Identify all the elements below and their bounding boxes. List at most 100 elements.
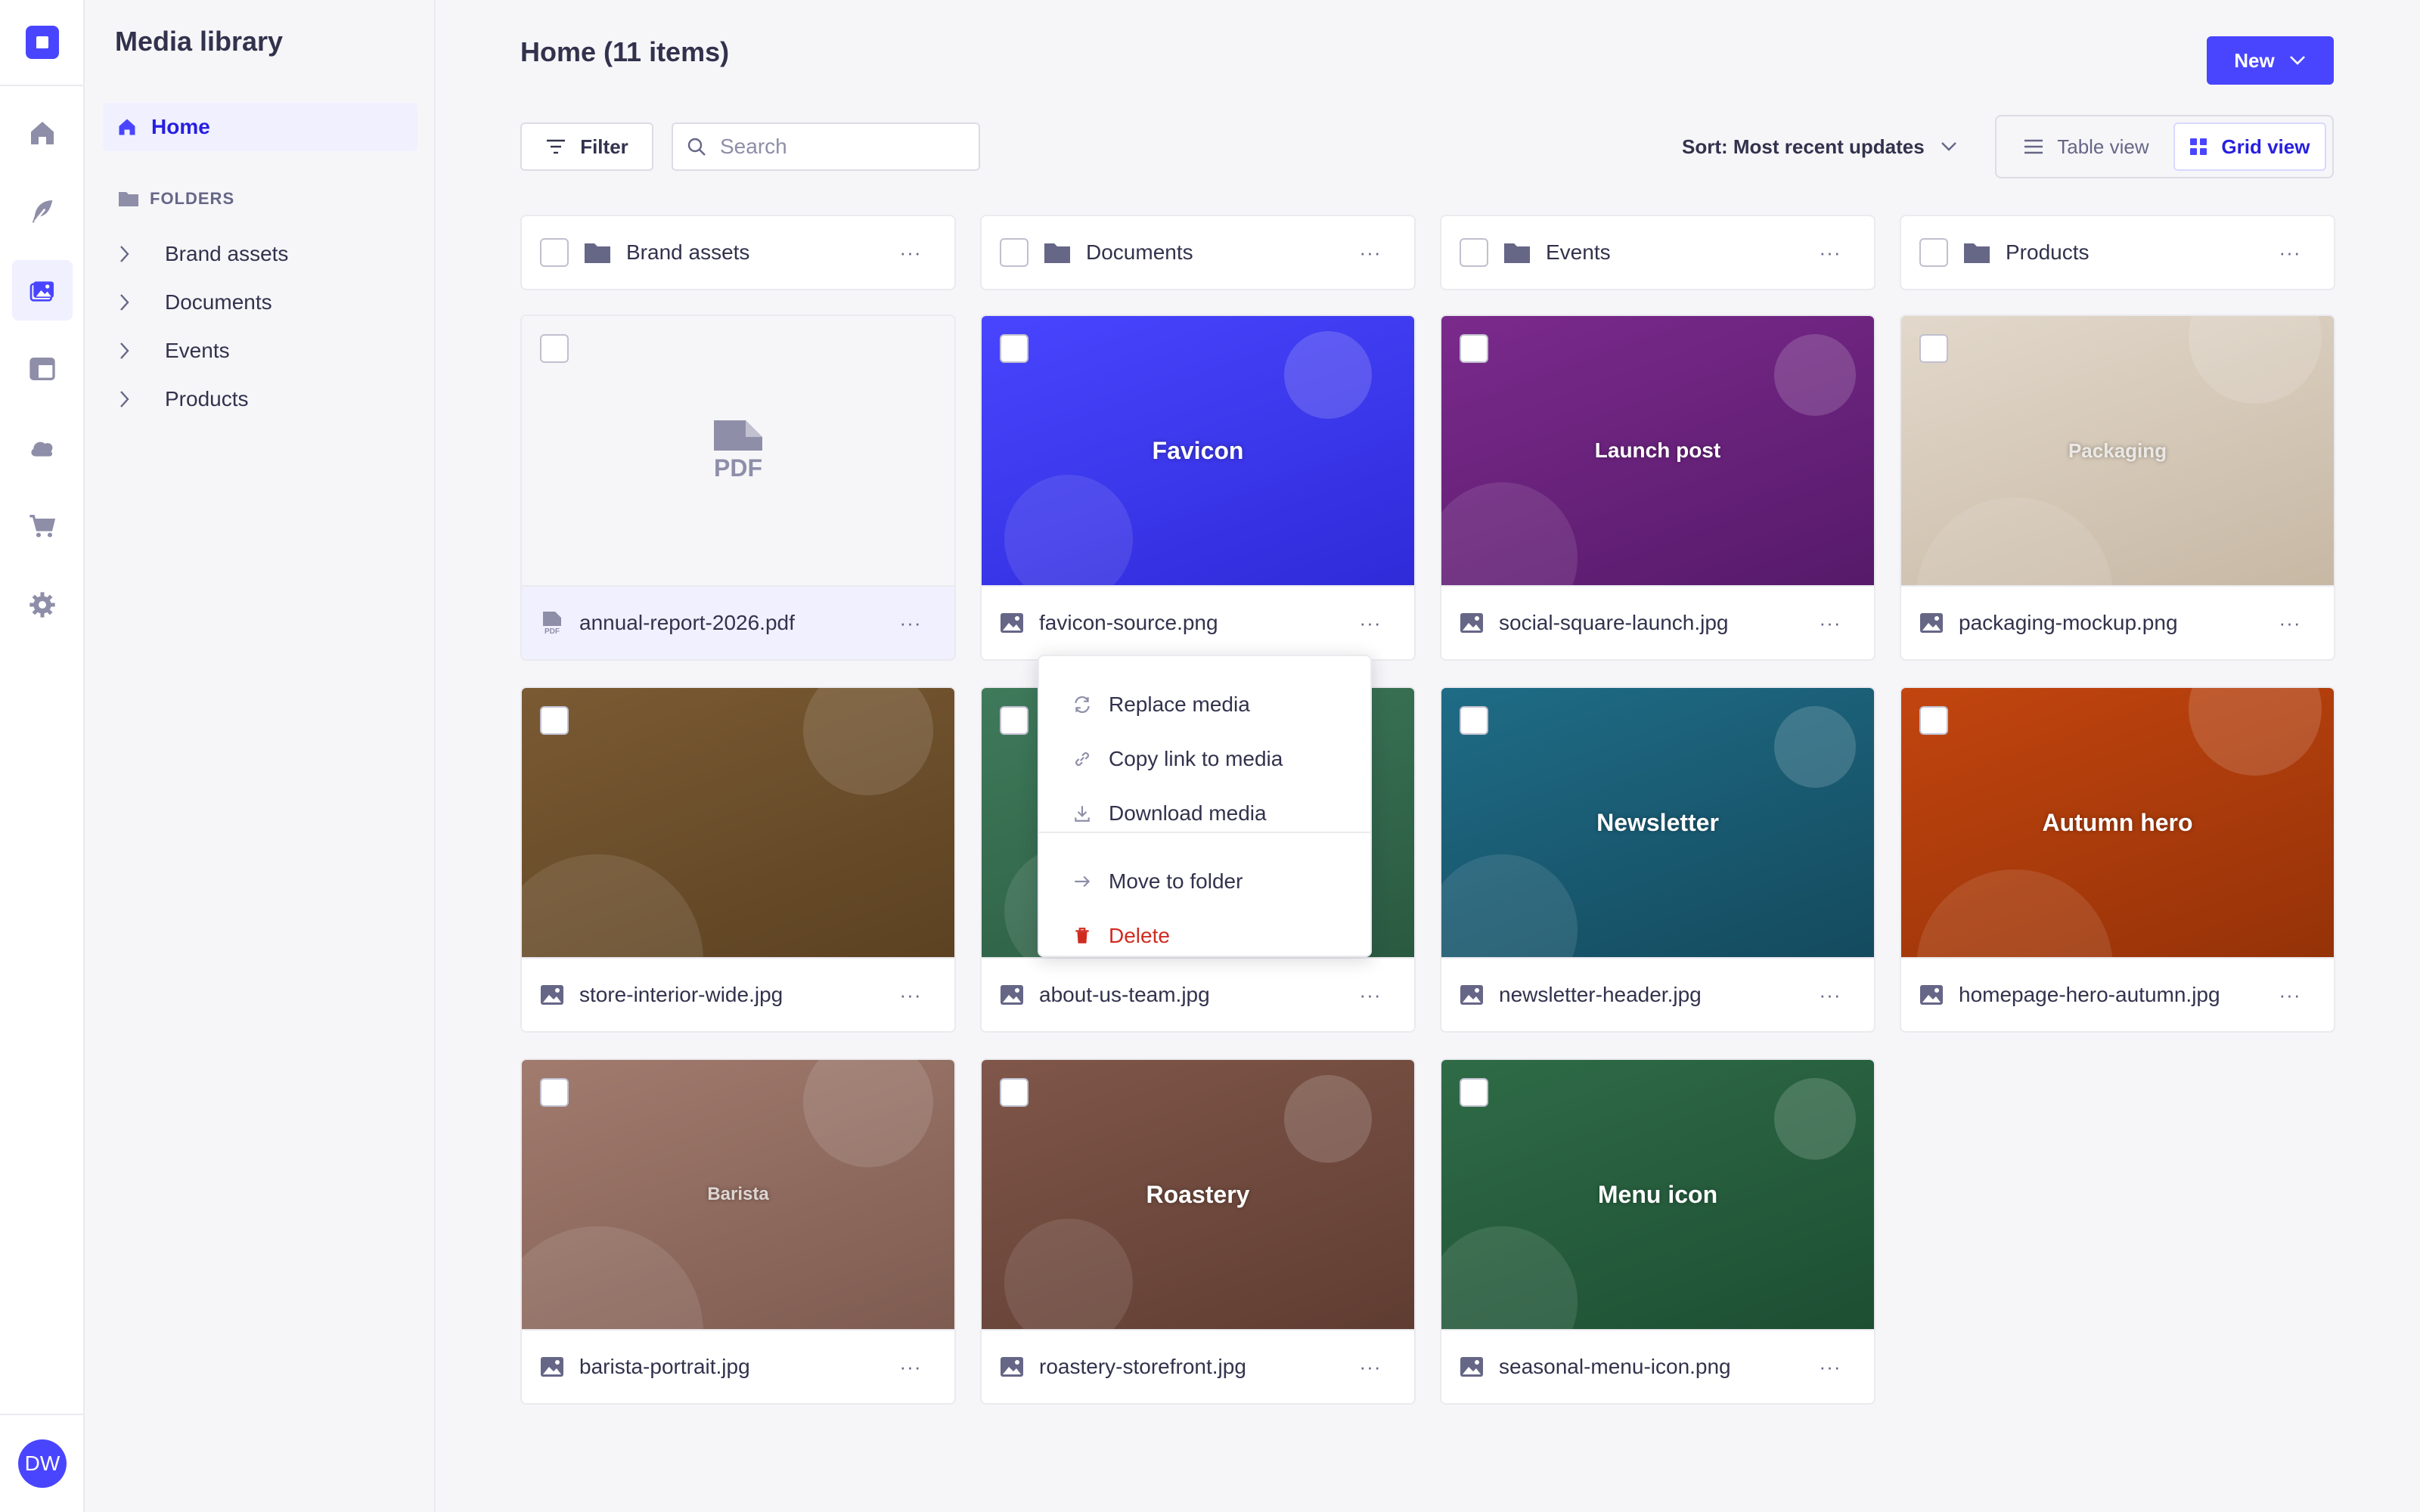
more-options-button[interactable]: ···	[1812, 237, 1848, 268]
menu-item-copy-link[interactable]: Copy link to media	[1072, 744, 1283, 774]
image-preview[interactable]: Packaging	[1901, 316, 2334, 585]
nav-content-types[interactable]	[12, 339, 73, 399]
grid-view-button[interactable]: Grid view	[2173, 122, 2326, 171]
filter-icon	[547, 139, 566, 154]
subnav-item-home[interactable]: Home	[103, 103, 417, 151]
more-options-button[interactable]: ···	[1352, 1352, 1388, 1382]
more-options-button[interactable]: ···	[892, 980, 929, 1010]
search-icon	[687, 138, 706, 156]
asset-checkbox[interactable]	[1460, 334, 1488, 363]
more-options-button[interactable]: ···	[892, 1352, 929, 1382]
asset-checkbox[interactable]	[1000, 1078, 1028, 1107]
more-options-button[interactable]: ···	[1812, 980, 1848, 1010]
app-logo[interactable]	[26, 26, 59, 59]
asset-file-name: about-us-team.jpg	[1039, 983, 1210, 1006]
more-options-button[interactable]: ···	[1352, 980, 1388, 1010]
image-preview[interactable]: Roastery	[982, 1060, 1414, 1329]
asset-checkbox[interactable]	[1460, 1078, 1488, 1107]
folder-card[interactable]: Brand assets ···	[520, 215, 956, 290]
chevron-right-icon[interactable]	[118, 389, 132, 410]
nav-home[interactable]	[12, 103, 73, 163]
asset-checkbox[interactable]	[1460, 706, 1488, 735]
chevron-right-icon[interactable]	[118, 340, 132, 361]
asset-card[interactable]: Roastery roastery-storefront.jpg ···	[980, 1058, 1416, 1405]
image-preview[interactable]: Launch post	[1441, 316, 1874, 585]
asset-checkbox[interactable]	[1000, 706, 1028, 735]
menu-item-replace-media[interactable]: Replace media	[1072, 689, 1250, 720]
folder-card[interactable]: Products ···	[1900, 215, 2335, 290]
more-options-button[interactable]: ···	[1812, 1352, 1848, 1382]
folder-checkbox[interactable]	[1460, 238, 1488, 267]
menu-item-download-media[interactable]: Download media	[1072, 798, 1267, 829]
asset-card[interactable]: Newsletter newsletter-header.jpg ···	[1440, 686, 1876, 1033]
asset-checkbox[interactable]	[1919, 706, 1948, 735]
menu-item-move-to-folder[interactable]: Move to folder	[1072, 866, 1243, 897]
preview-caption: Autumn hero	[2042, 808, 2193, 836]
chevron-down-icon	[2289, 56, 2305, 65]
gear-icon	[29, 592, 55, 618]
filter-button[interactable]: Filter	[520, 122, 653, 171]
more-options-button[interactable]: ···	[2272, 608, 2308, 638]
asset-checkbox[interactable]	[540, 1078, 569, 1107]
nav-marketplace[interactable]	[12, 496, 73, 556]
nav-settings[interactable]	[12, 575, 73, 635]
more-options-button[interactable]: ···	[892, 608, 929, 638]
asset-card[interactable]: Menu icon seasonal-menu-icon.png ···	[1440, 1058, 1876, 1405]
new-button[interactable]: New	[2207, 36, 2334, 85]
replace-icon	[1075, 696, 1090, 714]
search-field[interactable]	[672, 122, 980, 171]
folder-checkbox[interactable]	[540, 238, 569, 267]
chevron-right-icon[interactable]	[118, 292, 132, 313]
folder-card[interactable]: Documents ···	[980, 215, 1416, 290]
image-preview[interactable]	[522, 688, 954, 957]
more-options-button[interactable]: ···	[1352, 608, 1388, 638]
nav-media-library[interactable]	[12, 260, 73, 321]
folder-card-name: Documents	[1086, 240, 1193, 264]
search-input[interactable]	[720, 135, 962, 159]
image-icon	[541, 1357, 563, 1377]
folder-icon	[1504, 243, 1530, 263]
asset-card[interactable]: Favicon favicon-source.png ···	[980, 314, 1416, 661]
folder-tree-item-brand-assets[interactable]: Brand assets	[118, 237, 288, 271]
folder-card-name: Products	[2006, 240, 2090, 264]
folder-tree-item-events[interactable]: Events	[118, 334, 230, 367]
asset-file-name: store-interior-wide.jpg	[579, 983, 783, 1006]
image-preview[interactable]: Barista	[522, 1060, 954, 1329]
more-options-button[interactable]: ···	[1812, 608, 1848, 638]
asset-card[interactable]: Barista barista-portrait.jpg ···	[520, 1058, 956, 1405]
pdf-preview[interactable]: PDF	[522, 316, 954, 585]
sort-select[interactable]: Sort: Most recent updates	[1682, 127, 1958, 166]
folder-tree-item-documents[interactable]: Documents	[118, 286, 272, 319]
asset-checkbox[interactable]	[540, 706, 569, 735]
more-options-button[interactable]: ···	[892, 237, 929, 268]
table-view-button[interactable]: Table view	[2003, 122, 2170, 171]
image-icon	[1001, 613, 1023, 633]
image-preview[interactable]: Newsletter	[1441, 688, 1874, 957]
asset-card[interactable]: Launch post social-square-launch.jpg ···	[1440, 314, 1876, 661]
image-preview[interactable]: Favicon	[982, 316, 1414, 585]
chevron-right-icon[interactable]	[118, 243, 132, 265]
feather-icon	[32, 200, 53, 223]
asset-checkbox[interactable]	[540, 334, 569, 363]
folder-checkbox[interactable]	[1000, 238, 1028, 267]
image-preview[interactable]: Menu icon	[1441, 1060, 1874, 1329]
more-options-button[interactable]: ···	[2272, 980, 2308, 1010]
folder-checkbox[interactable]	[1919, 238, 1948, 267]
asset-card[interactable]: PDF PDF annual-report-2026.pdf ···	[520, 314, 956, 661]
nav-deploy[interactable]	[12, 417, 73, 478]
image-preview[interactable]: Autumn hero	[1901, 688, 2334, 957]
folder-card[interactable]: Events ···	[1440, 215, 1876, 290]
more-options-button[interactable]: ···	[1352, 237, 1388, 268]
asset-checkbox[interactable]	[1000, 334, 1028, 363]
user-avatar[interactable]: DW	[18, 1439, 67, 1488]
asset-checkbox[interactable]	[1919, 334, 1948, 363]
new-button-label: New	[2234, 48, 2275, 72]
asset-card[interactable]: Autumn hero homepage-hero-autumn.jpg ···	[1900, 686, 2335, 1033]
folder-tree-item-products[interactable]: Products	[118, 383, 249, 416]
more-options-button[interactable]: ···	[2272, 237, 2308, 268]
asset-card[interactable]: store-interior-wide.jpg ···	[520, 686, 956, 1033]
table-view-label: Table view	[2057, 135, 2149, 158]
asset-card[interactable]: Packaging packaging-mockup.png ···	[1900, 314, 2335, 661]
menu-item-delete[interactable]: Delete	[1072, 921, 1170, 951]
nav-content-manager[interactable]	[12, 181, 73, 242]
